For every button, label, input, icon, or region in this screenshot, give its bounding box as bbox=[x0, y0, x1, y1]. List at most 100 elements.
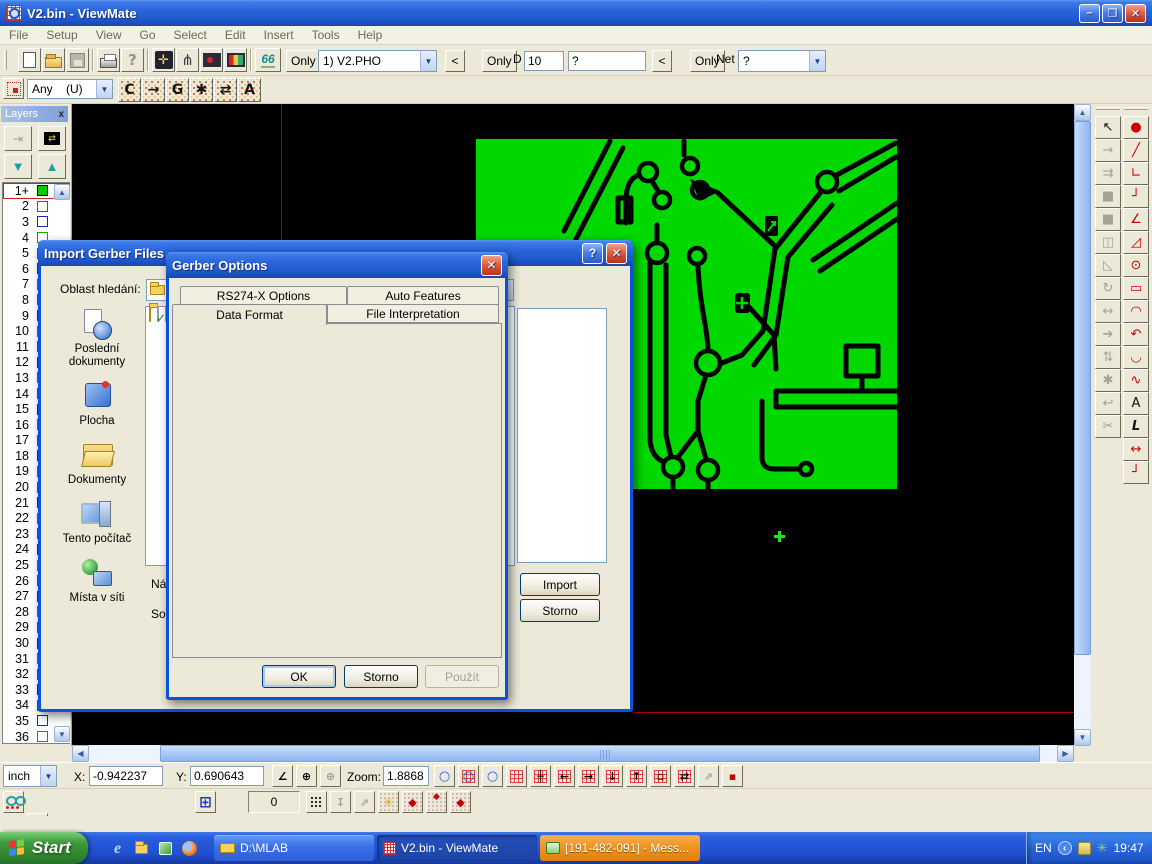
layer-color-swatch[interactable] bbox=[37, 201, 48, 212]
dcode-filter-button[interactable] bbox=[3, 78, 24, 99]
chevron-down-icon[interactable]: ▼ bbox=[40, 766, 56, 786]
quicklaunch-folder-icon[interactable] bbox=[132, 839, 151, 858]
angle-display-icon[interactable]: ∠ bbox=[272, 765, 293, 787]
draw-corner-tool[interactable]: ┘ bbox=[1123, 185, 1149, 208]
context-help-button[interactable]: ? bbox=[121, 48, 144, 72]
layer-color-swatch[interactable] bbox=[37, 731, 48, 742]
layer-color-swatch[interactable] bbox=[37, 715, 48, 726]
dialog-close-button[interactable]: ✕ bbox=[606, 243, 627, 264]
move-item-tool[interactable]: ➔ bbox=[1095, 323, 1121, 346]
dcode-type-h-button[interactable]: ⇄ bbox=[214, 78, 237, 102]
tab-file-interpretation[interactable]: File Interpretation bbox=[327, 304, 499, 323]
dcode-query-input[interactable] bbox=[568, 51, 646, 71]
move-point-tool[interactable]: → bbox=[1095, 139, 1121, 162]
gerber-dialog-titlebar[interactable]: Gerber Options ✕ bbox=[166, 252, 508, 278]
tools-setup-button[interactable]: ⋔ bbox=[176, 48, 199, 72]
dcode-type-arrow-button[interactable]: → bbox=[142, 78, 165, 102]
draw-dimension-tool[interactable]: ↔ bbox=[1123, 438, 1149, 461]
pan-up-icon[interactable]: ↑ bbox=[626, 765, 647, 787]
quicklaunch-browser-icon[interactable]: e bbox=[108, 839, 127, 858]
flash-select-icon[interactable]: ✳ bbox=[378, 791, 399, 813]
aperture-list-button[interactable]: ✛ bbox=[152, 48, 175, 72]
layer-row[interactable]: 3 bbox=[3, 214, 70, 230]
pad-move-icon[interactable]: ◆ bbox=[426, 791, 447, 813]
print-button[interactable] bbox=[97, 48, 120, 72]
place-recent-documents[interactable]: Poslední dokumenty bbox=[49, 308, 145, 369]
grid-crosshair-icon[interactable]: ┼ bbox=[530, 765, 551, 787]
dcode-type-flash-button[interactable]: ✱ bbox=[190, 78, 213, 102]
tab-rs274x-options[interactable]: RS274-X Options bbox=[180, 286, 347, 305]
layer-swap-icon[interactable]: ⇄ bbox=[674, 765, 695, 787]
film-layer-button[interactable] bbox=[200, 48, 223, 72]
draw-angle-tool[interactable]: ∠ bbox=[1123, 208, 1149, 231]
dcode-type-g-button[interactable]: G bbox=[166, 78, 189, 102]
view-measure-button[interactable]: 66 bbox=[255, 48, 281, 72]
pointer-tool[interactable]: ↖ bbox=[1095, 116, 1121, 139]
dialog-help-button[interactable]: ? bbox=[582, 243, 603, 264]
only-layer-button[interactable]: Only bbox=[286, 50, 321, 72]
anchor-icon[interactable]: ↧ bbox=[330, 791, 351, 813]
minimize-button[interactable]: – bbox=[1079, 4, 1100, 23]
menu-item[interactable]: Setup bbox=[37, 28, 86, 42]
view-mode-1-icon[interactable] bbox=[3, 791, 24, 813]
draw-curve-tool[interactable]: ↶ bbox=[1123, 323, 1149, 346]
prev-layer-button[interactable]: < bbox=[445, 50, 465, 72]
task-messenger[interactable]: [191-482-091] - Mess... bbox=[540, 835, 700, 861]
draw-triangle-tool[interactable]: ◿ bbox=[1123, 231, 1149, 254]
tile-windows-icon[interactable]: ⊞ bbox=[195, 791, 216, 813]
layer-hide-button[interactable]: ⇥ bbox=[4, 126, 32, 151]
x-coordinate-input[interactable] bbox=[89, 766, 163, 786]
shear-tool[interactable]: ◺ bbox=[1095, 254, 1121, 277]
dcode-filter-combo[interactable]: Any (U) ▼ bbox=[27, 79, 113, 99]
zoom-input[interactable] bbox=[383, 766, 429, 786]
horizontal-scroll-thumb[interactable] bbox=[160, 745, 1040, 762]
snap-grid-icon[interactable] bbox=[306, 791, 327, 813]
toolbar-grip[interactable] bbox=[4, 50, 7, 70]
menu-item[interactable]: Edit bbox=[216, 28, 255, 42]
open-file-button[interactable] bbox=[42, 48, 65, 72]
layer-scroll-down[interactable]: ▼ bbox=[54, 726, 70, 742]
layer-color-swatch[interactable] bbox=[37, 216, 48, 227]
origin-icon[interactable]: ⊕ bbox=[296, 765, 317, 787]
layer-select-combo[interactable]: 1) V2.PHO ▼ bbox=[318, 50, 437, 72]
only-dcode-button[interactable]: Only bbox=[482, 50, 517, 72]
menu-item[interactable]: File bbox=[0, 28, 37, 42]
menu-item[interactable]: View bbox=[87, 28, 131, 42]
rotate-tool[interactable]: ↻ bbox=[1095, 277, 1121, 300]
layer-scroll-up[interactable]: ▲ bbox=[54, 184, 70, 200]
layer-colors-button[interactable]: ⇄ bbox=[38, 126, 66, 151]
resize-tool[interactable]: ↔ bbox=[1095, 300, 1121, 323]
scroll-right-icon[interactable]: ▶ bbox=[1057, 745, 1074, 762]
draw-sine-tool[interactable]: ∿ bbox=[1123, 369, 1149, 392]
pan-right-icon[interactable]: → bbox=[578, 765, 599, 787]
menu-item[interactable]: Select bbox=[165, 28, 216, 42]
tray-notes-icon[interactable] bbox=[1078, 842, 1091, 855]
prev-dcode-button[interactable]: < bbox=[652, 50, 672, 72]
draw-line-tool[interactable]: ╱ bbox=[1123, 139, 1149, 162]
stretch-window-icon[interactable]: ⇗ bbox=[698, 765, 719, 787]
tab-auto-features[interactable]: Auto Features bbox=[347, 286, 499, 305]
draw-text-tool[interactable]: A bbox=[1123, 392, 1149, 415]
pad-single-icon[interactable]: ◆ bbox=[450, 791, 471, 813]
preview-list[interactable] bbox=[517, 308, 607, 563]
relative-origin-icon[interactable]: ⊕ bbox=[320, 765, 341, 787]
film-colors-button[interactable] bbox=[224, 48, 247, 72]
place-network[interactable]: Místa v síti bbox=[49, 557, 145, 605]
settings-tool[interactable]: ✱ bbox=[1095, 369, 1121, 392]
tray-messenger-icon[interactable]: ✳ bbox=[1097, 840, 1108, 856]
zoom-grid-icon[interactable]: ○ bbox=[458, 765, 479, 787]
large-square-tool[interactable]: ■ bbox=[1095, 208, 1121, 231]
cancel-button[interactable]: Storno bbox=[344, 665, 418, 688]
pan-down-icon[interactable]: ↓ bbox=[602, 765, 623, 787]
chevron-down-icon[interactable]: ▼ bbox=[809, 51, 825, 71]
close-icon[interactable]: x bbox=[58, 109, 64, 120]
ghost-move-icon[interactable]: ⇗ bbox=[354, 791, 375, 813]
start-button[interactable]: Start bbox=[0, 832, 88, 864]
draw-circle-tool[interactable]: ⊙ bbox=[1123, 254, 1149, 277]
draw-polyline-tool[interactable]: ∟ bbox=[1123, 162, 1149, 185]
tray-collapse-icon[interactable]: ‹ bbox=[1058, 841, 1072, 855]
menu-item[interactable]: Tools bbox=[303, 28, 349, 42]
menu-item[interactable]: Insert bbox=[255, 28, 303, 42]
menu-item[interactable]: Go bbox=[131, 28, 165, 42]
import-cancel-button[interactable]: Storno bbox=[520, 599, 600, 622]
